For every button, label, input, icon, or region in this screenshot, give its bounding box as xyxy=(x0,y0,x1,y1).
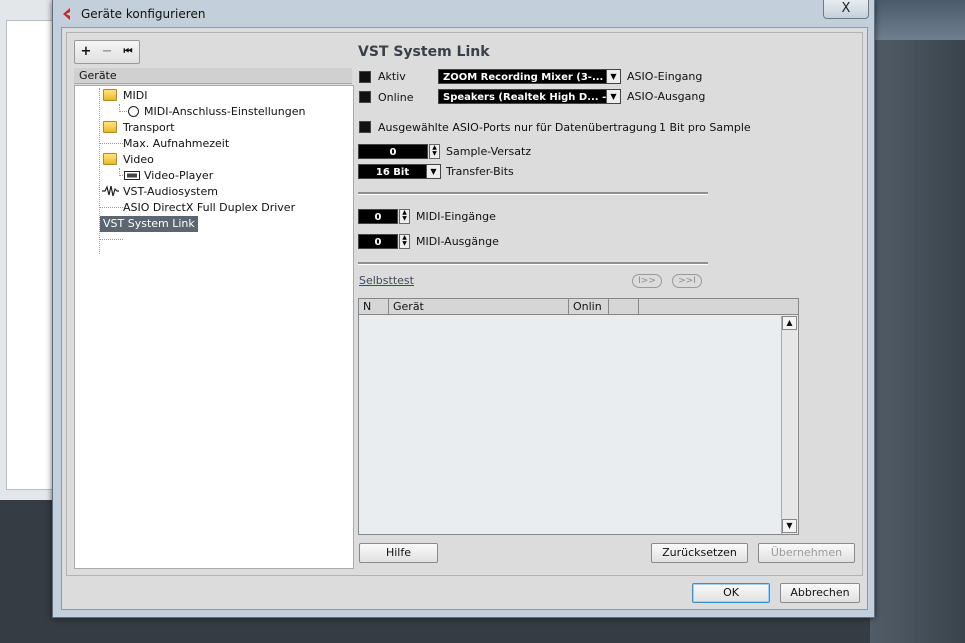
selftest-link[interactable]: Selbsttest xyxy=(359,274,414,287)
tree-line xyxy=(119,111,127,112)
asio-input-select[interactable]: ZOOM Recording Mixer (3-... - 2 ▼ xyxy=(438,69,621,84)
device-table: N Gerät Onlin ▲ ▼ xyxy=(358,298,799,535)
tree-line xyxy=(99,143,123,144)
close-button[interactable]: X xyxy=(823,0,869,19)
fast-forward-button[interactable]: >>I xyxy=(672,274,702,288)
tree-header: Geräte xyxy=(74,68,352,84)
video-icon xyxy=(124,171,140,180)
tree-line xyxy=(99,239,123,240)
add-device-button[interactable]: + xyxy=(76,42,96,62)
asio-input-label: ASIO-Eingang xyxy=(627,70,703,83)
midi-outputs-field[interactable]: 0 xyxy=(358,234,398,249)
transfer-bits-select[interactable]: 16 Bit ▼ xyxy=(358,164,441,179)
chevron-down-icon: ▼ xyxy=(426,165,440,178)
tree-item-vst-system-link[interactable]: VST System Link xyxy=(100,216,198,232)
asio-input-value: ZOOM Recording Mixer (3-... - 2 xyxy=(443,72,621,83)
midi-inputs-label: MIDI-Eingänge xyxy=(416,210,496,223)
bits-per-sample-label: 1 Bit pro Sample xyxy=(659,121,751,134)
asio-ports-label: Ausgewählte ASIO-Ports nur für Datenüber… xyxy=(378,121,657,134)
separator xyxy=(358,262,708,265)
play-button[interactable]: I>> xyxy=(632,274,662,288)
folder-icon xyxy=(103,89,117,101)
tree-item-video-player[interactable]: Video-Player xyxy=(144,168,213,184)
clock-icon xyxy=(128,106,139,117)
cubase-app-icon xyxy=(63,8,70,20)
chevron-down-icon: ▼ xyxy=(606,90,620,103)
tree-item-midi[interactable]: MIDI xyxy=(123,88,147,104)
column-header-device[interactable]: Gerät xyxy=(389,299,569,314)
desktop-background-right xyxy=(870,40,965,643)
sample-offset-label: Sample-Versatz xyxy=(446,145,532,158)
asio-ports-checkbox[interactable] xyxy=(359,121,371,133)
asio-output-value: Speakers (Realtek High D... - 1 xyxy=(443,92,617,103)
panel-title: VST System Link xyxy=(358,44,490,60)
transfer-bits-value: 16 Bit xyxy=(375,167,410,178)
sample-offset-stepper[interactable]: ▲ ▼ xyxy=(429,144,440,159)
vertical-scrollbar[interactable]: ▲ ▼ xyxy=(781,316,797,534)
folder-icon xyxy=(103,153,117,165)
column-header-extra[interactable] xyxy=(609,299,639,314)
tree-item-transport[interactable]: Transport xyxy=(123,120,175,136)
tree-line xyxy=(99,207,123,208)
online-checkbox[interactable] xyxy=(359,91,371,103)
ok-button[interactable]: OK xyxy=(692,583,770,603)
cancel-button[interactable]: Abbrechen xyxy=(780,583,860,603)
tree-item-video[interactable]: Video xyxy=(123,152,154,168)
midi-inputs-stepper[interactable]: ▲ ▼ xyxy=(399,209,410,224)
scroll-down-icon[interactable]: ▼ xyxy=(782,519,797,533)
midi-outputs-stepper[interactable]: ▲ ▼ xyxy=(399,234,410,249)
remove-device-button[interactable]: − xyxy=(97,42,117,62)
tree-toolbar: + − ⏮ xyxy=(74,40,140,64)
column-header-n[interactable]: N xyxy=(359,299,389,314)
asio-output-select[interactable]: Speakers (Realtek High D... - 1 ▼ xyxy=(438,89,621,104)
tree-item-max-record-time[interactable]: Max. Aufnahmezeit xyxy=(123,136,229,152)
background-window xyxy=(0,0,60,500)
audio-wave-icon xyxy=(102,185,119,197)
sample-offset-field[interactable]: 0 xyxy=(358,144,428,159)
tree-item-vst-audio-system[interactable]: VST-Audiosystem xyxy=(123,184,218,200)
folder-icon xyxy=(103,121,117,133)
scroll-up-icon[interactable]: ▲ xyxy=(782,316,797,330)
window-title: Geräte konfigurieren xyxy=(81,7,206,21)
asio-output-label: ASIO-Ausgang xyxy=(627,90,706,103)
column-header-online[interactable]: Onlin xyxy=(569,299,609,314)
reset-device-button[interactable]: ⏮ xyxy=(118,42,138,62)
aktiv-label: Aktiv xyxy=(378,70,406,83)
aktiv-checkbox[interactable] xyxy=(359,71,371,83)
help-button[interactable]: Hilfe xyxy=(359,543,438,563)
online-label: Online xyxy=(378,91,414,104)
dialog-client: + − ⏮ Geräte MIDI MIDI-Anschluss-Einstel… xyxy=(61,27,868,610)
apply-button[interactable]: Übernehmen xyxy=(758,543,855,563)
separator xyxy=(358,192,708,195)
tree-item-asio-driver[interactable]: ASIO DirectX Full Duplex Driver xyxy=(123,200,295,216)
table-body[interactable] xyxy=(359,316,781,534)
device-tree[interactable]: MIDI MIDI-Anschluss-Einstellungen Transp… xyxy=(74,85,354,569)
table-header: N Gerät Onlin xyxy=(359,299,798,315)
chevron-down-icon: ▼ xyxy=(606,70,620,83)
reset-button[interactable]: Zurücksetzen xyxy=(651,543,748,563)
transfer-bits-label: Transfer-Bits xyxy=(446,165,514,178)
midi-outputs-label: MIDI-Ausgänge xyxy=(416,235,499,248)
midi-inputs-field[interactable]: 0 xyxy=(358,209,398,224)
title-bar[interactable]: Geräte konfigurieren X xyxy=(53,0,874,28)
tree-item-midi-port-setup[interactable]: MIDI-Anschluss-Einstellungen xyxy=(144,104,305,120)
dialog-window: Geräte konfigurieren X + − ⏮ Geräte MIDI xyxy=(52,0,875,618)
